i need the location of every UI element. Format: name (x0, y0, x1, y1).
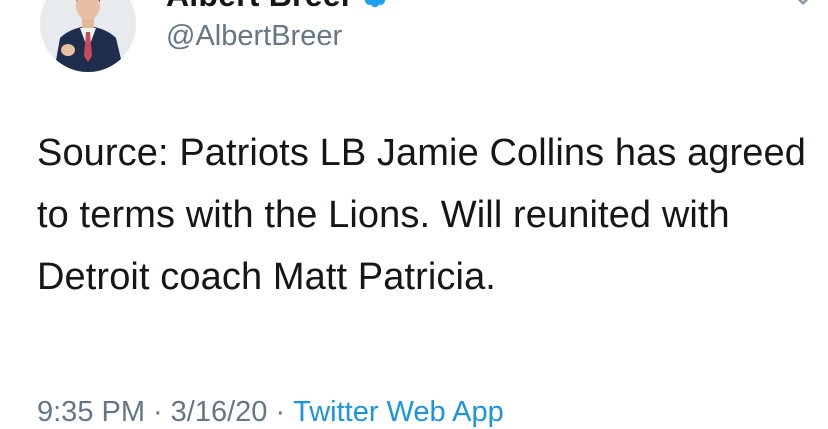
tweet-time[interactable]: 9:35 PM (37, 396, 145, 428)
avatar[interactable] (40, 0, 136, 72)
author-name-row[interactable]: Albert Breer (166, 0, 389, 14)
chevron-down-icon[interactable] (790, 0, 816, 12)
author-display-name[interactable]: Albert Breer (166, 0, 353, 14)
tweet-source-link[interactable]: Twitter Web App (293, 396, 504, 428)
avatar-photo (40, 0, 136, 72)
tweet: Albert Breer @AlbertBreer Source: Patrio… (0, 0, 828, 429)
tweet-meta: 9:35 PM · 3/16/20 · Twitter Web App (37, 396, 504, 429)
tweet-date[interactable]: 3/16/20 (171, 396, 268, 428)
meta-separator: · (275, 396, 286, 428)
meta-separator: · (153, 396, 163, 428)
tweet-text: Source: Patriots LB Jamie Collins has ag… (37, 132, 807, 298)
verified-badge-icon (361, 0, 389, 9)
author-handle[interactable]: @AlbertBreer (166, 20, 342, 53)
